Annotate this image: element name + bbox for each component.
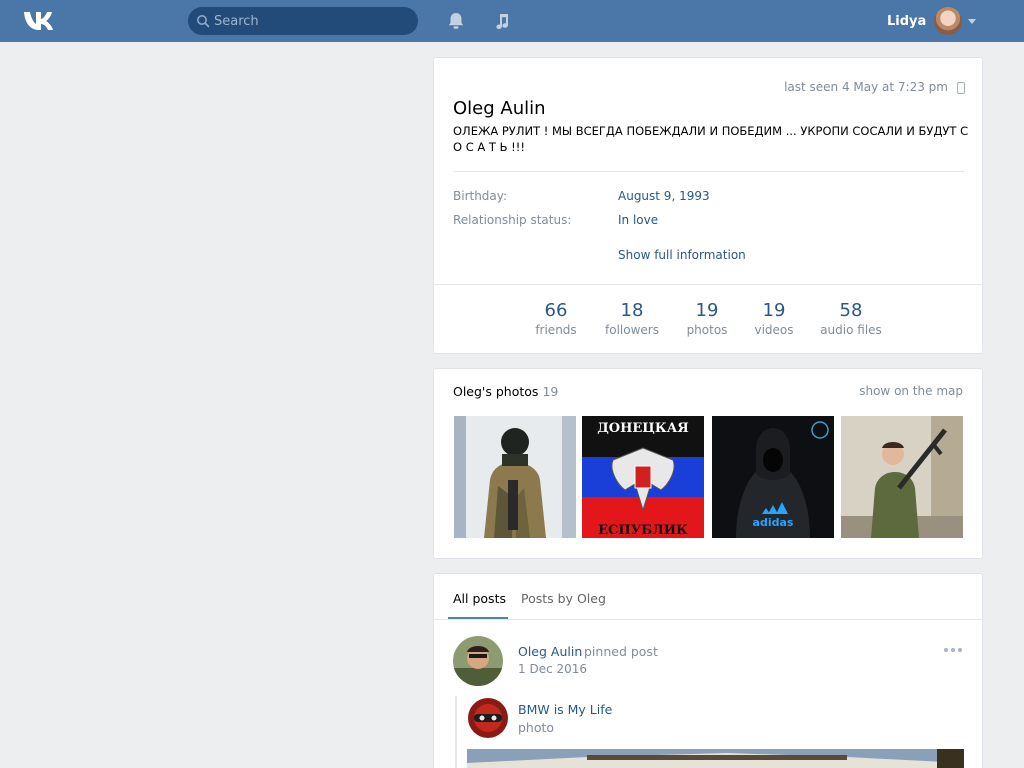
profile-status: ОЛЕЖА РУЛИТ ! МЫ ВСЕГДА ПОБЕЖДАЛИ И ПОБЕ… <box>453 124 969 154</box>
more-options-icon[interactable] <box>943 646 963 654</box>
repost-source-avatar[interactable] <box>468 698 508 738</box>
repost-type-label: photo <box>518 720 555 735</box>
post-pinned-label: pinned post <box>584 644 658 659</box>
photos-title[interactable]: Oleg's photos 19 <box>453 384 558 399</box>
adidas-text: adidas <box>753 516 794 529</box>
notifications-bell-icon[interactable] <box>446 11 466 31</box>
photo-thumbnail-soldier[interactable] <box>454 416 576 538</box>
counter-label: followers <box>605 323 659 337</box>
flag-top-text: ДОНЕЦКАЯ <box>597 421 689 436</box>
show-full-info-link[interactable]: Show full information <box>618 248 746 262</box>
tab-all-posts[interactable]: All posts <box>453 591 506 606</box>
counter-label: friends <box>535 323 577 337</box>
divider <box>434 619 982 620</box>
counter-label: videos <box>754 323 794 337</box>
photos-count: 19 <box>542 384 559 399</box>
wall-card: All posts Posts by Oleg Oleg Aulin pinne… <box>433 573 983 768</box>
post-author-link[interactable]: Oleg Aulin <box>518 644 582 659</box>
repost-indicator <box>455 696 457 768</box>
photos-title-text: Oleg's photos <box>453 384 539 399</box>
flag-bottom-text: ЕСПУБЛИК <box>598 523 688 538</box>
counter-number: 19 <box>762 300 786 321</box>
user-menu[interactable]: Lidya <box>887 7 977 35</box>
tab-posts-by-owner[interactable]: Posts by Oleg <box>521 591 606 606</box>
post-photo[interactable] <box>467 749 964 768</box>
relationship-label: Relationship status: <box>453 213 572 227</box>
last-seen-text: last seen 4 May at 7:23 pm <box>784 80 948 94</box>
birthday-label: Birthday: <box>453 189 508 203</box>
birthday-value-link[interactable]: August 9, 1993 <box>618 189 710 203</box>
counter-followers[interactable]: 18 followers <box>602 300 662 337</box>
top-bar: Lidya <box>0 0 1024 42</box>
search-box[interactable] <box>188 7 418 35</box>
chevron-down-icon <box>968 18 977 24</box>
search-input[interactable] <box>214 7 410 35</box>
relationship-value-link[interactable]: In love <box>618 213 658 227</box>
counter-number: 18 <box>620 300 644 321</box>
counter-friends[interactable]: 66 friends <box>531 300 581 337</box>
repost-source-link[interactable]: BMW is My Life <box>518 702 612 717</box>
photos-card: Oleg's photos 19 show on the map ДОНЕЦКАЯ… <box>433 368 983 559</box>
show-on-map-link[interactable]: show on the map <box>859 384 963 398</box>
counter-audio-files[interactable]: 58 audio files <box>819 300 883 337</box>
counter-number: 19 <box>695 300 719 321</box>
counter-photos[interactable]: 19 photos <box>682 300 732 337</box>
profile-card: last seen 4 May at 7:23 pm Oleg Aulin ОЛ… <box>433 57 983 354</box>
post-author-avatar[interactable] <box>453 636 503 686</box>
search-icon <box>197 15 210 28</box>
divider <box>453 171 964 172</box>
counter-number: 66 <box>544 300 568 321</box>
user-name: Lidya <box>887 13 927 29</box>
music-note-icon[interactable] <box>492 11 512 31</box>
counter-number: 58 <box>839 300 863 321</box>
divider <box>434 284 982 285</box>
counter-label: photos <box>686 323 728 337</box>
profile-name: Oleg Aulin <box>453 98 546 119</box>
photo-thumbnail-soldier-rifle[interactable] <box>841 416 963 538</box>
post-date-link[interactable]: 1 Dec 2016 <box>518 662 587 676</box>
vk-logo-icon[interactable] <box>22 9 58 33</box>
mobile-phone-icon <box>957 82 965 94</box>
counter-videos[interactable]: 19 videos <box>749 300 799 337</box>
photo-thumbnail-hooded-figure[interactable]: adidas <box>712 416 834 538</box>
counter-label: audio files <box>820 323 882 337</box>
photo-thumbnail-flag[interactable]: ДОНЕЦКАЯ ЕСПУБЛИК <box>582 416 704 538</box>
user-avatar <box>934 7 963 35</box>
